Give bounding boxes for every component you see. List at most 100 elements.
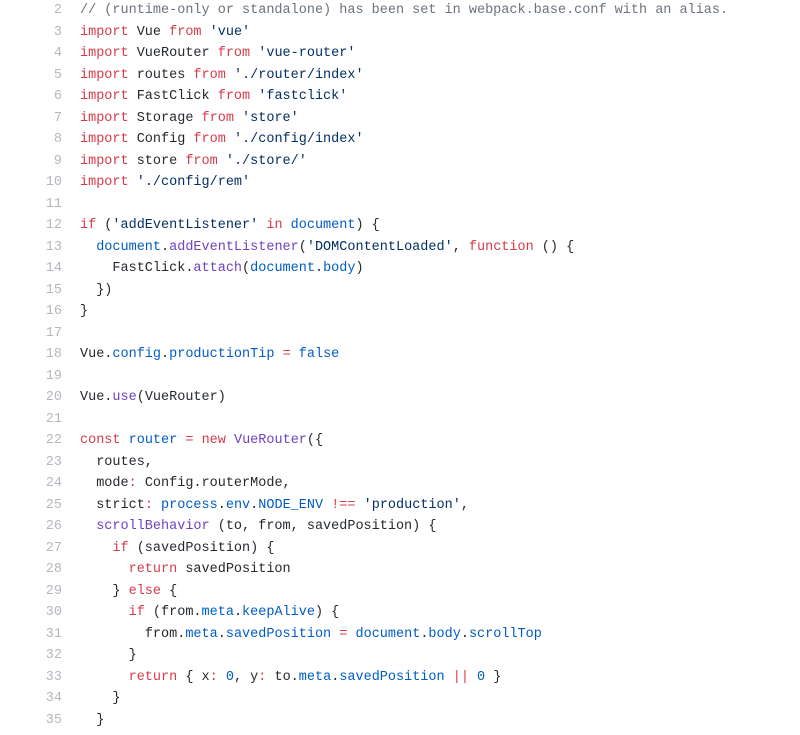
code-token <box>153 498 161 513</box>
code-line[interactable]: import Vue from 'vue' <box>80 22 800 44</box>
code-token: document <box>291 218 356 233</box>
code-line[interactable] <box>80 194 800 216</box>
code-token <box>347 627 355 642</box>
code-token: from <box>218 46 250 61</box>
line-number: 33 <box>0 667 62 689</box>
line-number: 22 <box>0 430 62 452</box>
code-line[interactable]: import VueRouter from 'vue-router' <box>80 43 800 65</box>
code-token: const <box>80 433 121 448</box>
code-token: : <box>210 670 218 685</box>
code-token: document <box>250 261 315 276</box>
line-number: 16 <box>0 301 62 323</box>
code-line[interactable]: const router = new VueRouter({ <box>80 430 800 452</box>
code-token: meta <box>202 605 234 620</box>
line-number: 27 <box>0 538 62 560</box>
line-number: 12 <box>0 215 62 237</box>
code-line[interactable]: import Config from './config/index' <box>80 129 800 151</box>
code-token: . <box>315 261 323 276</box>
code-line[interactable]: document.addEventListener('DOMContentLoa… <box>80 237 800 259</box>
code-line[interactable]: } <box>80 645 800 667</box>
line-number: 11 <box>0 194 62 216</box>
code-token: , <box>453 240 469 255</box>
code-token: . <box>461 627 469 642</box>
code-token: } <box>80 304 88 319</box>
code-line[interactable]: routes, <box>80 452 800 474</box>
code-token: savedPosition <box>226 627 331 642</box>
code-token: ) { <box>315 605 339 620</box>
code-token: , y <box>234 670 258 685</box>
code-token: !== <box>331 498 355 513</box>
code-token: from <box>193 68 225 83</box>
code-token: meta <box>299 670 331 685</box>
code-token: from. <box>145 627 186 642</box>
code-token <box>202 25 210 40</box>
code-line[interactable]: strict: process.env.NODE_ENV !== 'produc… <box>80 495 800 517</box>
code-token: mode <box>96 476 128 491</box>
code-token: from <box>218 89 250 104</box>
code-token: productionTip <box>169 347 274 362</box>
code-token: use <box>112 390 136 405</box>
code-token: Config <box>129 132 194 147</box>
code-line[interactable]: if (from.meta.keepAlive) { <box>80 602 800 624</box>
code-line[interactable]: }) <box>80 280 800 302</box>
code-token: keepAlive <box>242 605 315 620</box>
code-token: import <box>80 68 129 83</box>
line-number: 24 <box>0 473 62 495</box>
code-token: Config.routerMode, <box>137 476 291 491</box>
code-token: meta <box>185 627 217 642</box>
code-line[interactable]: mode: Config.routerMode, <box>80 473 800 495</box>
code-token: routes, <box>96 455 153 470</box>
code-line[interactable]: Vue.config.productionTip = false <box>80 344 800 366</box>
code-line[interactable]: import store from './store/' <box>80 151 800 173</box>
line-number: 30 <box>0 602 62 624</box>
code-line[interactable]: import Storage from 'store' <box>80 108 800 130</box>
code-token: 0 <box>226 670 234 685</box>
code-token: from <box>193 132 225 147</box>
code-token: (savedPosition) { <box>129 541 275 556</box>
code-token: FastClick. <box>112 261 193 276</box>
code-line[interactable]: from.meta.savedPosition = document.body.… <box>80 624 800 646</box>
line-number: 32 <box>0 645 62 667</box>
code-token <box>291 347 299 362</box>
line-number: 28 <box>0 559 62 581</box>
line-number: 2 <box>0 0 62 22</box>
code-line[interactable]: return { x: 0, y: to.meta.savedPosition … <box>80 667 800 689</box>
code-token: to. <box>266 670 298 685</box>
code-token: } <box>112 691 120 706</box>
code-token: './store/' <box>226 154 307 169</box>
code-token: routes <box>129 68 194 83</box>
code-token: (VueRouter) <box>137 390 226 405</box>
code-viewer: 2345678910111213141516171819202122232425… <box>0 0 800 735</box>
code-token: import <box>80 25 129 40</box>
code-line[interactable]: import './config/rem' <box>80 172 800 194</box>
code-area[interactable]: // (runtime-only or standalone) has been… <box>80 0 800 735</box>
code-line[interactable]: if ('addEventListener' in document) { <box>80 215 800 237</box>
line-number: 9 <box>0 151 62 173</box>
code-line[interactable]: FastClick.attach(document.body) <box>80 258 800 280</box>
code-token: import <box>80 154 129 169</box>
code-line[interactable]: } <box>80 301 800 323</box>
code-line[interactable]: import routes from './router/index' <box>80 65 800 87</box>
code-line[interactable]: // (runtime-only or standalone) has been… <box>80 0 800 22</box>
code-line[interactable]: return savedPosition <box>80 559 800 581</box>
code-token: ( <box>242 261 250 276</box>
code-token <box>218 670 226 685</box>
code-token <box>226 433 234 448</box>
code-line[interactable]: } <box>80 688 800 710</box>
code-line[interactable] <box>80 366 800 388</box>
code-token: './config/rem' <box>137 175 250 190</box>
code-line[interactable] <box>80 409 800 431</box>
code-token: Vue. <box>80 390 112 405</box>
code-token: . <box>218 498 226 513</box>
code-line[interactable]: scrollBehavior (to, from, savedPosition)… <box>80 516 800 538</box>
code-line[interactable]: } else { <box>80 581 800 603</box>
code-line[interactable]: import FastClick from 'fastclick' <box>80 86 800 108</box>
code-token: 'fastclick' <box>258 89 347 104</box>
code-line[interactable] <box>80 323 800 345</box>
code-line[interactable]: if (savedPosition) { <box>80 538 800 560</box>
code-token: body <box>323 261 355 276</box>
code-token: document <box>356 627 421 642</box>
code-token: scrollBehavior <box>96 519 209 534</box>
code-line[interactable]: } <box>80 710 800 732</box>
code-line[interactable]: Vue.use(VueRouter) <box>80 387 800 409</box>
